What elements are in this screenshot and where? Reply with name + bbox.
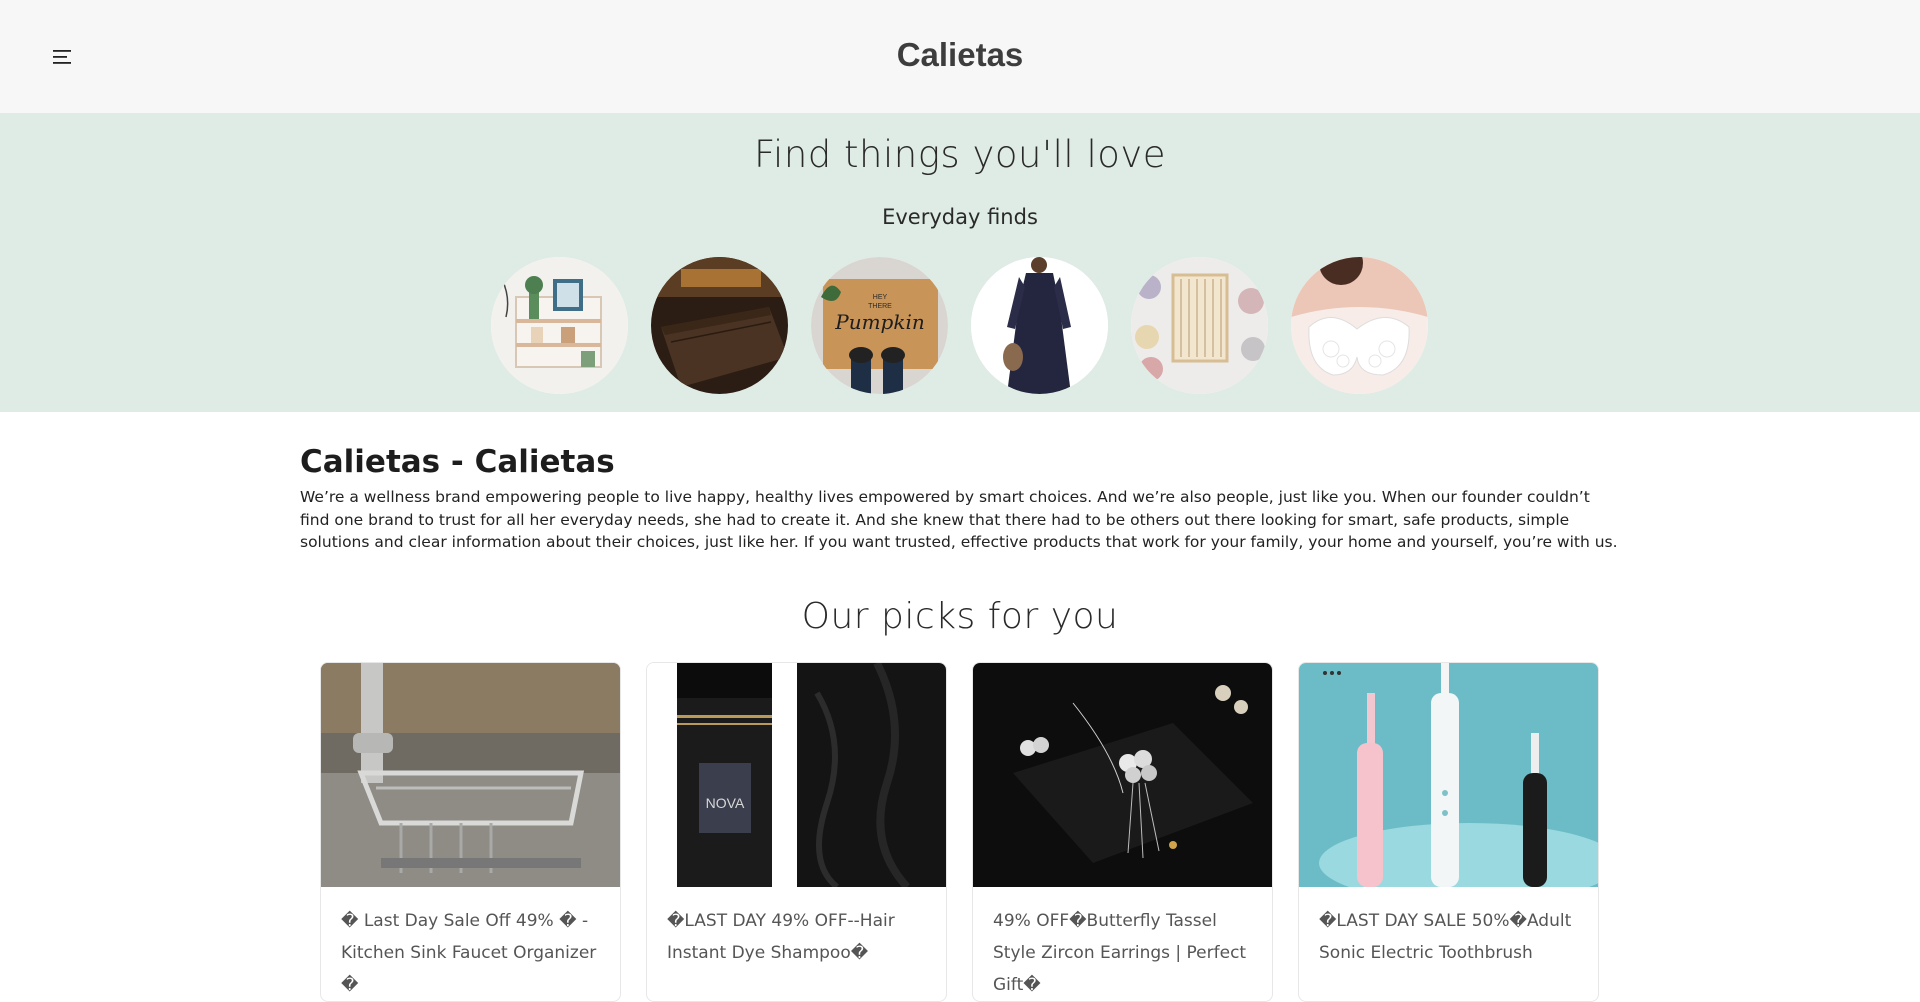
svg-text:Pumpkin: Pumpkin <box>834 310 925 334</box>
wallet-image <box>651 257 788 394</box>
product-title[interactable]: � Last Day Sale Off 49% � - Kitchen Sink… <box>341 905 606 1001</box>
hero-subtitle: Everyday finds <box>882 205 1038 229</box>
product-card-hair-dye-shampoo[interactable]: NOVA �LAST DAY 49% OFF--Hair Instant Dye… <box>646 662 947 1002</box>
bottle-brand-text: NOVA <box>706 795 745 811</box>
about-title: Calietas - Calietas <box>300 444 615 480</box>
site-title[interactable]: Calietas <box>0 36 1920 74</box>
faucet-organizer-image <box>321 663 620 887</box>
category-leather-wallet[interactable] <box>651 257 788 394</box>
product-card-faucet-organizer[interactable]: � Last Day Sale Off 49% � - Kitchen Sink… <box>320 662 621 1002</box>
weaving-loom-image <box>1131 257 1268 394</box>
category-doormat[interactable]: HEY THERE Pumpkin <box>811 257 948 394</box>
product-card-butterfly-earrings[interactable]: 49% OFF�Butterfly Tassel Style Zircon Ea… <box>972 662 1273 1002</box>
hair-dye-shampoo-image: NOVA <box>647 663 946 887</box>
picks-title: Our picks for you <box>801 596 1119 637</box>
category-wall-shelf[interactable] <box>491 257 628 394</box>
hero-title: Find things you'll love <box>753 133 1167 176</box>
wall-shelf-image <box>491 257 628 394</box>
electric-toothbrush-image <box>1299 663 1598 887</box>
doormat-image: HEY THERE Pumpkin <box>811 257 948 394</box>
category-circles: HEY THERE Pumpkin <box>491 257 1431 395</box>
category-lace-bra[interactable] <box>1291 257 1428 394</box>
dress-image <box>971 257 1108 394</box>
svg-text:HEY: HEY <box>873 294 888 301</box>
product-title[interactable]: �LAST DAY SALE 50%�Adult Sonic Electric … <box>1319 905 1584 969</box>
product-title[interactable]: �LAST DAY 49% OFF--Hair Instant Dye Sham… <box>667 905 932 969</box>
hero-banner: Find things you'll love Everyday finds H… <box>0 113 1920 412</box>
lace-bra-image <box>1291 257 1428 394</box>
svg-text:THERE: THERE <box>868 303 892 310</box>
butterfly-earrings-image <box>973 663 1272 887</box>
category-dress[interactable] <box>971 257 1108 394</box>
site-header: Calietas <box>0 0 1920 113</box>
product-title[interactable]: 49% OFF�Butterfly Tassel Style Zircon Ea… <box>993 905 1258 1001</box>
about-text: We’re a wellness brand empowering people… <box>300 488 1618 551</box>
category-weaving-loom[interactable] <box>1131 257 1268 394</box>
product-card-electric-toothbrush[interactable]: �LAST DAY SALE 50%�Adult Sonic Electric … <box>1298 662 1599 1002</box>
